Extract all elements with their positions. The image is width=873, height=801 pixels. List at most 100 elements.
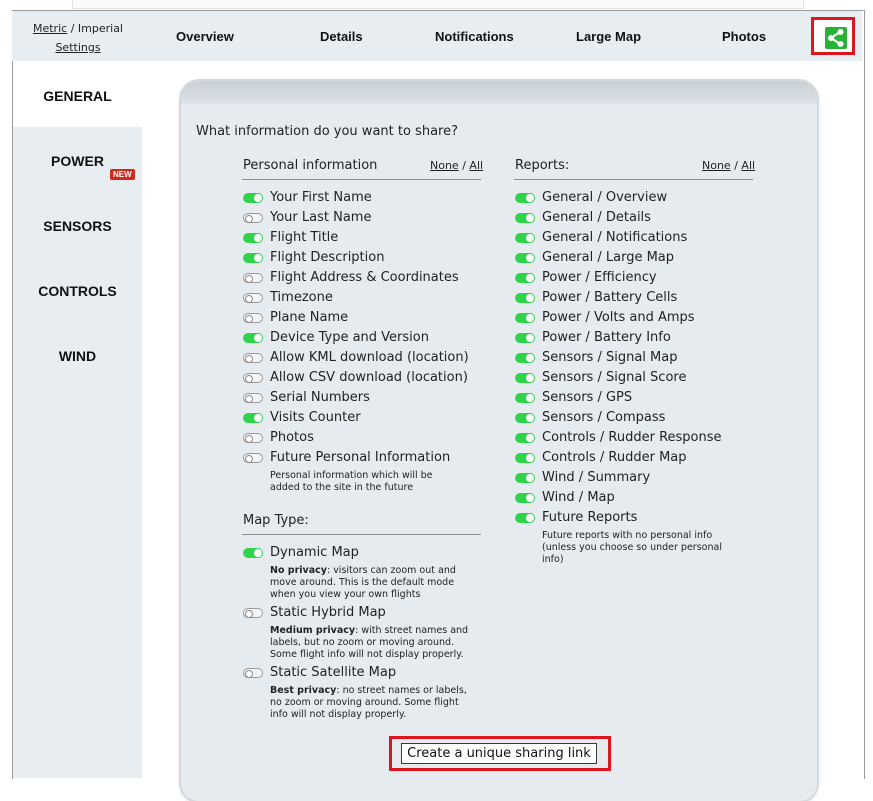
toggle-switch[interactable] <box>515 333 535 343</box>
description-line: labels, but no zoom or moving around. <box>270 637 455 648</box>
toggle-switch[interactable] <box>515 293 535 303</box>
toggle-switch[interactable] <box>243 608 263 618</box>
toggle-switch[interactable] <box>243 193 263 203</box>
toggle-switch[interactable] <box>515 513 535 523</box>
toggle-switch[interactable] <box>515 313 535 323</box>
toggle-switch[interactable] <box>515 193 535 203</box>
sidebar-item-controls[interactable]: CONTROLS <box>13 283 142 299</box>
privacy-level: Best privacy <box>270 685 337 696</box>
toggle-switch[interactable] <box>515 413 535 423</box>
option-label: Your First Name <box>270 190 372 205</box>
toggle-switch[interactable] <box>243 253 263 263</box>
option-label: Future Personal Information <box>270 450 451 465</box>
toggle-switch[interactable] <box>515 353 535 363</box>
map-option-description: No privacy: visitors can zoom out and mov… <box>270 565 456 601</box>
option-label: Static Hybrid Map <box>270 605 386 620</box>
metric-link[interactable]: Metric <box>33 22 67 35</box>
toggle-switch[interactable] <box>515 473 535 483</box>
toggle-switch[interactable] <box>515 233 535 243</box>
personal-all-link[interactable]: All <box>469 159 483 172</box>
toggle-switch[interactable] <box>515 253 535 263</box>
option-label: Visits Counter <box>270 410 361 425</box>
toggle-switch[interactable] <box>515 373 535 383</box>
option-label: Sensors / GPS <box>542 390 633 405</box>
toggle-switch[interactable] <box>515 433 535 443</box>
option-label: Flight Description <box>270 250 385 265</box>
option-label: Wind / Map <box>542 490 615 505</box>
personal-future-note-2: added to the site in the future <box>270 482 414 493</box>
reports-divider <box>514 179 753 180</box>
toggle-switch[interactable] <box>243 313 263 323</box>
option-label: Dynamic Map <box>270 545 359 560</box>
nav-details[interactable]: Details <box>320 29 363 44</box>
toggle-switch[interactable] <box>243 353 263 363</box>
option-label: Plane Name <box>270 310 349 325</box>
option-label: Power / Battery Cells <box>542 290 678 305</box>
option-label: Power / Battery Info <box>542 330 671 345</box>
nav-overview[interactable]: Overview <box>176 29 234 44</box>
option-label: Device Type and Version <box>270 330 429 345</box>
reports-none-link[interactable]: None <box>702 159 731 172</box>
personal-slash: / <box>462 159 466 172</box>
sidebar-item-wind[interactable]: WIND <box>13 348 142 364</box>
sidebar: GENERAL POWER NEW SENSORS CONTROLS WIND <box>13 62 142 778</box>
sidebar-item-general[interactable]: GENERAL <box>13 88 142 104</box>
toggle-switch[interactable] <box>243 213 263 223</box>
description-line: move around. This is the default mode <box>270 577 455 588</box>
reports-future-note: Future reports with no personal info (un… <box>542 530 722 566</box>
settings-link[interactable]: Settings <box>55 41 100 54</box>
toggle-switch[interactable] <box>243 233 263 243</box>
reports-future-note-1: Future reports with no personal info <box>542 530 713 541</box>
panel-header <box>181 81 817 104</box>
option-label: General / Overview <box>542 190 668 205</box>
option-label: Timezone <box>270 290 333 305</box>
map-type-header: Map Type: <box>243 513 309 528</box>
toggle-switch[interactable] <box>243 668 263 678</box>
reports-none-all: None / All <box>702 159 755 172</box>
toggle-switch[interactable] <box>515 393 535 403</box>
toggle-switch[interactable] <box>515 213 535 223</box>
description-line: : with street names and <box>355 625 469 636</box>
toggle-switch[interactable] <box>243 333 263 343</box>
sidebar-item-power[interactable]: POWER <box>13 153 142 169</box>
toggle-switch[interactable] <box>243 393 263 403</box>
toggle-switch[interactable] <box>243 293 263 303</box>
background-page-edge <box>72 0 804 9</box>
toggle-switch[interactable] <box>243 433 263 443</box>
option-label: Static Satellite Map <box>270 665 397 680</box>
option-label: Sensors / Signal Map <box>542 350 678 365</box>
nav-photos[interactable]: Photos <box>722 29 766 44</box>
toggle-switch[interactable] <box>243 453 263 463</box>
option-label: Serial Numbers <box>270 390 370 405</box>
option-label: Allow KML download (location) <box>270 350 469 365</box>
description-line: : visitors can zoom out and <box>326 565 456 576</box>
toggle-switch[interactable] <box>515 453 535 463</box>
toggle-switch[interactable] <box>243 548 263 558</box>
new-badge: NEW <box>110 169 135 180</box>
share-button[interactable] <box>825 27 847 49</box>
description-line: : no street names or labels, <box>336 685 467 696</box>
units-switcher: Metric / Imperial Settings <box>30 19 126 57</box>
option-label: Power / Efficiency <box>542 270 657 285</box>
option-label: Power / Volts and Amps <box>542 310 695 325</box>
toggle-switch[interactable] <box>243 413 263 423</box>
description-line: when you view your own flights <box>270 589 421 600</box>
reports-future-note-2: (unless you choose so under personal <box>542 542 722 553</box>
toggle-switch[interactable] <box>243 373 263 383</box>
toggle-switch[interactable] <box>515 273 535 283</box>
option-label: Allow CSV download (location) <box>270 370 468 385</box>
nav-notifications[interactable]: Notifications <box>435 29 514 44</box>
nav-large-map[interactable]: Large Map <box>576 29 641 44</box>
option-label: Flight Title <box>270 230 339 245</box>
reports-future-note-3: info) <box>542 554 564 565</box>
sidebar-item-sensors[interactable]: SENSORS <box>13 218 142 234</box>
toggle-switch[interactable] <box>243 273 263 283</box>
reports-all-link[interactable]: All <box>741 159 755 172</box>
imperial-label[interactable]: Imperial <box>78 22 123 35</box>
privacy-level: Medium privacy <box>270 625 356 636</box>
toggle-switch[interactable] <box>515 493 535 503</box>
option-label: Sensors / Compass <box>542 410 666 425</box>
create-sharing-link-button[interactable]: Create a unique sharing link <box>401 743 597 764</box>
option-label: Controls / Rudder Response <box>542 430 722 445</box>
personal-none-link[interactable]: None <box>430 159 459 172</box>
